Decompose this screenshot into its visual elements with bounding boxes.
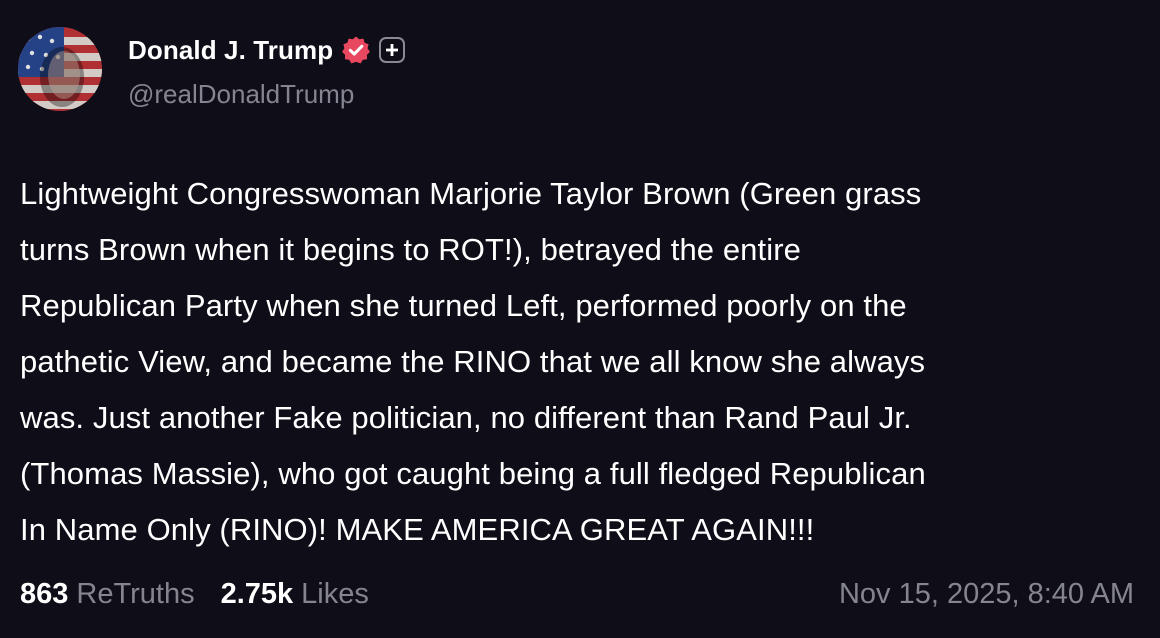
avatar[interactable] (18, 27, 102, 111)
retruths-count: 863 (20, 577, 69, 610)
author-identity: Donald J. Trump @realDonaldTrump (128, 35, 406, 110)
likes-stat[interactable]: 2.75k Likes (221, 578, 369, 611)
post-text-line: Lightweight Congresswoman Marjorie Taylo… (20, 176, 922, 211)
post-text-line: pathetic View, and became the RINO that … (20, 344, 926, 379)
post-text-line: In Name Only (RINO)! MAKE AMERICA GREAT … (20, 512, 815, 547)
post-header: Donald J. Trump @realDonaldTrump (18, 27, 406, 111)
post-text-line: turns Brown when it begins to ROT!), bet… (20, 232, 801, 267)
author-display-name[interactable]: Donald J. Trump (128, 35, 333, 66)
author-handle[interactable]: @realDonaldTrump (128, 79, 405, 110)
flag-portrait-avatar-icon (18, 27, 102, 111)
likes-label: Likes (301, 577, 369, 610)
truth-post: Donald J. Trump @realDonaldTrump Lightwe… (0, 0, 1160, 638)
plus-badge-icon[interactable] (379, 37, 406, 63)
likes-count: 2.75k (220, 577, 294, 610)
post-footer: 863 ReTruths 2.75k Likes Nov 15, 2025, 8:4… (20, 574, 1134, 614)
name-row: Donald J. Trump (128, 35, 406, 66)
verified-badge-icon (341, 35, 371, 65)
post-text-line: Republican Party when she turned Left, p… (20, 288, 907, 323)
post-body: Lightweight Congresswoman Marjorie Taylo… (20, 166, 1145, 558)
post-timestamp[interactable]: Nov 15, 2025, 8:40 AM (839, 578, 1134, 611)
post-text-line: (Thomas Massie), who got caught being a … (20, 456, 926, 491)
retruths-stat[interactable]: 863 ReTruths (20, 578, 195, 611)
retruths-label: ReTruths (76, 577, 195, 610)
post-text-line: was. Just another Fake politician, no di… (20, 400, 912, 435)
